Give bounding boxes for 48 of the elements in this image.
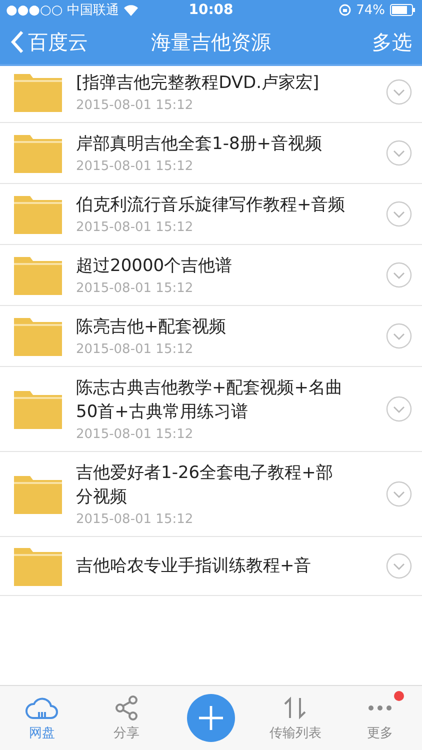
file-name: 吉他爱好者1-26全套电子教程+部分视频 bbox=[76, 462, 334, 509]
expand-icon[interactable] bbox=[386, 79, 412, 105]
expand-icon[interactable] bbox=[386, 396, 412, 422]
file-name: 吉他哈农专业手指训练教程+音 bbox=[76, 555, 312, 578]
expand-icon[interactable] bbox=[386, 323, 412, 349]
file-name: 陈亮吉他+配套视频 bbox=[76, 316, 228, 339]
folder-icon bbox=[14, 389, 62, 429]
folder-icon bbox=[14, 474, 62, 514]
file-name: 伯克利流行音乐旋律写作教程+音频 bbox=[76, 194, 346, 217]
folder-icon bbox=[14, 255, 62, 295]
file-date: 2015-08-01 15:12 bbox=[76, 427, 194, 442]
wifi-icon bbox=[124, 4, 138, 16]
battery-icon bbox=[390, 4, 416, 16]
folder-icon bbox=[14, 546, 62, 586]
file-name: [指弹吉他完整教程DVD.卢家宏] bbox=[76, 72, 320, 95]
tab-item[interactable]: 分享 bbox=[84, 686, 169, 750]
file-name: 陈志古典吉他教学+配套视频+名曲50首+古典常用练习谱 bbox=[76, 377, 344, 424]
file-name: 超过20000个吉他谱 bbox=[76, 255, 234, 278]
tab-item[interactable]: 更多 bbox=[338, 686, 422, 750]
file-date: 2015-08-01 15:12 bbox=[76, 342, 194, 357]
folder-icon bbox=[14, 316, 62, 356]
file-date: 2015-08-01 15:12 bbox=[76, 220, 194, 235]
more-icon bbox=[368, 705, 392, 711]
add-button[interactable] bbox=[187, 694, 236, 742]
expand-icon[interactable] bbox=[386, 201, 412, 227]
expand-icon[interactable] bbox=[386, 481, 412, 507]
folder-icon bbox=[14, 194, 62, 234]
file-date: 2015-08-01 15:12 bbox=[76, 159, 194, 174]
tab-item[interactable]: 传输列表 bbox=[253, 686, 338, 750]
carrier-signal: ●●●○○ 中国联通 bbox=[6, 2, 119, 19]
folder-icon bbox=[14, 72, 62, 112]
expand-icon[interactable] bbox=[386, 553, 412, 579]
rotation-lock-icon bbox=[339, 4, 352, 16]
file-date: 2015-08-01 15:12 bbox=[76, 98, 194, 113]
status-time: 10:08 bbox=[188, 2, 234, 18]
battery-percent: 74% bbox=[356, 2, 386, 18]
file-date: 2015-08-01 15:12 bbox=[76, 512, 194, 527]
folder-icon bbox=[14, 133, 62, 173]
plus-icon bbox=[198, 705, 224, 731]
tab-item[interactable]: 网盘 bbox=[0, 686, 84, 750]
back-button[interactable]: 百度云 bbox=[0, 28, 151, 56]
file-date: 2015-08-01 15:12 bbox=[76, 281, 194, 296]
file-name: 岸部真明吉他全套1-8册+音视频 bbox=[76, 133, 324, 156]
expand-icon[interactable] bbox=[386, 140, 412, 166]
nav-title: 海量吉他资源 bbox=[151, 28, 271, 56]
multi-select-button[interactable]: 多选 bbox=[362, 28, 422, 56]
expand-icon[interactable] bbox=[386, 262, 412, 288]
back-icon bbox=[10, 30, 24, 54]
